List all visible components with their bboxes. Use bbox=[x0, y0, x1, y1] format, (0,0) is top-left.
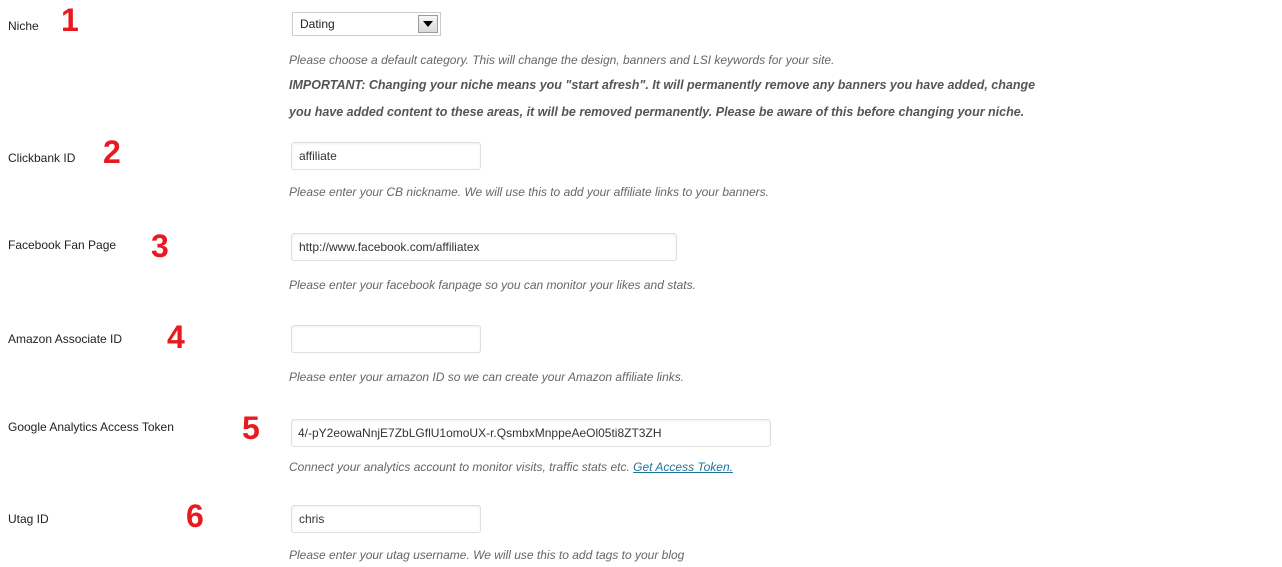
amazon-description: Please enter your amazon ID so we can cr… bbox=[289, 370, 685, 384]
utag-description: Please enter your utag username. We will… bbox=[289, 548, 685, 562]
amazon-associate-id-input[interactable] bbox=[291, 325, 481, 353]
utag-step-number: 6 bbox=[186, 498, 204, 534]
clickbank-id-input[interactable] bbox=[291, 142, 481, 170]
amazon-step-number: 4 bbox=[167, 319, 185, 355]
niche-description: Please choose a default category. This w… bbox=[289, 53, 835, 67]
facebook-step-number: 3 bbox=[151, 228, 169, 264]
niche-warning-line-1: IMPORTANT: Changing your niche means you… bbox=[289, 78, 1036, 92]
chevron-down-icon[interactable] bbox=[418, 15, 438, 33]
facebook-description: Please enter your facebook fanpage so yo… bbox=[289, 278, 696, 292]
google-analytics-label: Google Analytics Access Token bbox=[8, 420, 174, 434]
clickbank-description: Please enter your CB nickname. We will u… bbox=[289, 185, 770, 199]
utag-id-input[interactable] bbox=[291, 505, 481, 533]
niche-select[interactable]: Dating bbox=[292, 12, 441, 36]
analytics-access-token-input[interactable] bbox=[291, 419, 771, 447]
facebook-fanpage-input[interactable] bbox=[291, 233, 677, 261]
niche-label: Niche bbox=[8, 19, 39, 33]
get-access-token-link[interactable]: Get Access Token. bbox=[633, 460, 733, 474]
google-analytics-description-text: Connect your analytics account to monito… bbox=[289, 460, 630, 474]
niche-select-value: Dating bbox=[300, 17, 335, 31]
clickbank-label: Clickbank ID bbox=[8, 151, 76, 165]
amazon-label: Amazon Associate ID bbox=[8, 332, 123, 346]
facebook-label: Facebook Fan Page bbox=[8, 238, 117, 252]
utag-label: Utag ID bbox=[8, 512, 49, 526]
google-analytics-step-number: 5 bbox=[242, 410, 260, 446]
niche-step-number: 1 bbox=[61, 2, 79, 38]
niche-warning-line-2: you have added content to these areas, i… bbox=[289, 105, 1025, 119]
google-analytics-description: Connect your analytics account to monito… bbox=[289, 460, 733, 474]
clickbank-step-number: 2 bbox=[103, 134, 121, 170]
